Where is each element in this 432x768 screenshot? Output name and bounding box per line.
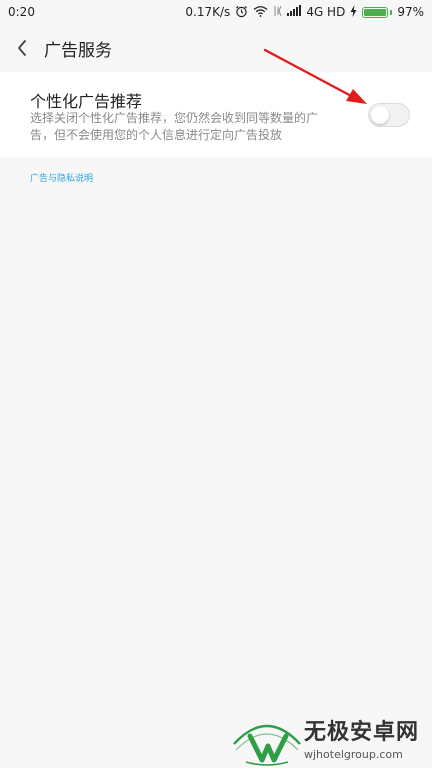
battery-percent: 97% — [397, 5, 424, 19]
wifi-icon — [253, 5, 268, 19]
network-speed: 0.17K/s — [185, 5, 231, 19]
watermark: 无极安卓网 wjhotelgroup.com — [232, 712, 432, 768]
privacy-link[interactable]: 广告与隐私说明 — [30, 171, 93, 184]
app-header: 广告服务 — [0, 24, 432, 72]
battery-indicator — [362, 6, 393, 18]
screen: 0:20 0.17K/s 4G HD 97% 广告服务 个性化广告推荐 选择关闭… — [0, 0, 432, 768]
page-title: 广告服务 — [44, 40, 112, 61]
vibrate-icon — [273, 5, 282, 19]
battery-fill — [364, 8, 386, 16]
personalized-ads-row[interactable]: 个性化广告推荐 选择关闭个性化广告推荐，您仍然会收到同等数量的广告，但不会使用您… — [0, 72, 432, 157]
setting-title: 个性化广告推荐 — [30, 92, 143, 111]
watermark-text: 无极安卓网 wjhotelgroup.com — [304, 720, 419, 761]
battery-icon — [362, 6, 389, 18]
back-button[interactable] — [0, 24, 44, 72]
network-type: 4G HD — [306, 5, 346, 19]
watermark-url: wjhotelgroup.com — [304, 747, 403, 761]
status-icons: 0.17K/s 4G HD 97% — [185, 5, 424, 20]
signal-icon — [287, 5, 302, 19]
status-time: 0:20 — [8, 5, 35, 19]
status-bar: 0:20 0.17K/s 4G HD 97% — [0, 0, 432, 24]
settings-card: 个性化广告推荐 选择关闭个性化广告推荐，您仍然会收到同等数量的广告，但不会使用您… — [0, 72, 432, 157]
alarm-icon — [235, 5, 248, 20]
toggle-knob — [371, 106, 389, 124]
setting-description: 选择关闭个性化广告推荐，您仍然会收到同等数量的广告，但不会使用您的个人信息进行定… — [30, 111, 319, 142]
chevron-left-icon — [18, 40, 26, 56]
battery-tip — [390, 9, 393, 15]
watermark-title: 无极安卓网 — [304, 719, 420, 745]
personalized-ads-toggle[interactable] — [368, 103, 410, 127]
charging-icon — [350, 5, 357, 19]
site-logo-icon — [233, 724, 301, 766]
